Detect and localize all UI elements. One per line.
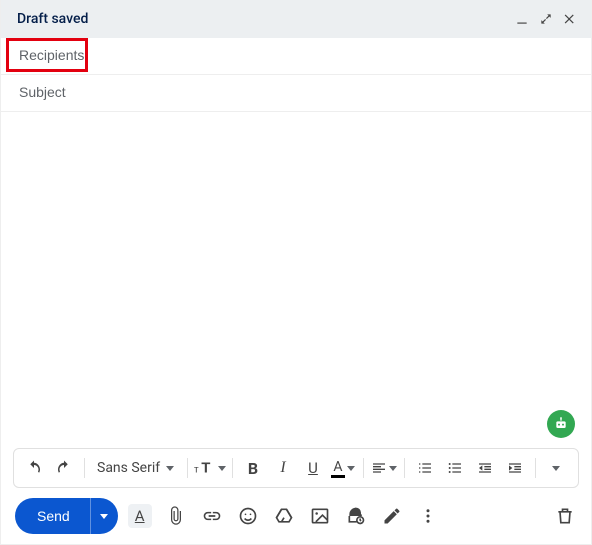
svg-text:т: т bbox=[194, 465, 199, 476]
indent-less-button[interactable] bbox=[471, 454, 499, 482]
chevron-down-icon bbox=[100, 514, 108, 519]
separator bbox=[404, 458, 405, 478]
text-color-button[interactable]: A bbox=[329, 454, 357, 482]
action-icons: A bbox=[128, 504, 543, 528]
formatting-options-icon[interactable]: A bbox=[128, 504, 152, 528]
attach-file-icon[interactable] bbox=[164, 504, 188, 528]
insert-signature-icon[interactable] bbox=[380, 504, 404, 528]
separator bbox=[187, 458, 188, 478]
chevron-down-icon bbox=[218, 466, 226, 471]
message-body-editor[interactable] bbox=[17, 124, 575, 436]
undo-button[interactable] bbox=[20, 454, 48, 482]
window-title: Draft saved bbox=[17, 11, 513, 27]
send-options-button[interactable] bbox=[90, 498, 118, 534]
compose-window: Draft saved bbox=[0, 0, 592, 545]
separator bbox=[84, 458, 85, 478]
font-family-label: Sans Serif bbox=[97, 460, 160, 476]
insert-photo-icon[interactable] bbox=[308, 504, 332, 528]
font-family-select[interactable]: Sans Serif bbox=[91, 460, 181, 476]
subject-input[interactable] bbox=[17, 83, 575, 101]
recipients-input[interactable] bbox=[17, 46, 575, 64]
formatting-toolbar: Sans Serif тT B I U A bbox=[13, 448, 579, 488]
confidential-mode-icon[interactable] bbox=[344, 504, 368, 528]
insert-link-icon[interactable] bbox=[200, 504, 224, 528]
subject-field[interactable] bbox=[1, 75, 591, 112]
chevron-down-icon bbox=[552, 466, 560, 471]
more-options-icon[interactable] bbox=[416, 504, 440, 528]
discard-draft-icon[interactable] bbox=[553, 504, 577, 528]
indent-more-button[interactable] bbox=[501, 454, 529, 482]
numbered-list-button[interactable] bbox=[411, 454, 439, 482]
align-button[interactable] bbox=[370, 454, 398, 482]
message-body-area[interactable] bbox=[1, 112, 591, 448]
italic-button[interactable]: I bbox=[269, 454, 297, 482]
action-bar: Send A bbox=[1, 488, 591, 544]
separator bbox=[232, 458, 233, 478]
bold-button[interactable]: B bbox=[239, 454, 267, 482]
separator bbox=[363, 458, 364, 478]
send-button-group: Send bbox=[15, 498, 118, 534]
more-formatting-button[interactable] bbox=[542, 454, 570, 482]
svg-text:T: T bbox=[201, 461, 210, 477]
window-controls bbox=[513, 10, 579, 28]
font-size-button[interactable]: тT bbox=[194, 454, 226, 482]
insert-drive-icon[interactable] bbox=[272, 504, 296, 528]
recipients-field[interactable] bbox=[1, 38, 591, 75]
chevron-down-icon bbox=[166, 466, 174, 471]
bulleted-list-button[interactable] bbox=[441, 454, 469, 482]
minimize-icon[interactable] bbox=[513, 10, 531, 28]
fullscreen-icon[interactable] bbox=[537, 10, 555, 28]
separator bbox=[535, 458, 536, 478]
window-header: Draft saved bbox=[1, 0, 591, 38]
insert-emoji-icon[interactable] bbox=[236, 504, 260, 528]
send-button[interactable]: Send bbox=[15, 498, 90, 534]
assistant-badge-icon[interactable] bbox=[547, 410, 575, 438]
chevron-down-icon bbox=[389, 466, 397, 471]
redo-button[interactable] bbox=[50, 454, 78, 482]
underline-button[interactable]: U bbox=[299, 454, 327, 482]
close-icon[interactable] bbox=[561, 10, 579, 28]
chevron-down-icon bbox=[347, 466, 355, 471]
